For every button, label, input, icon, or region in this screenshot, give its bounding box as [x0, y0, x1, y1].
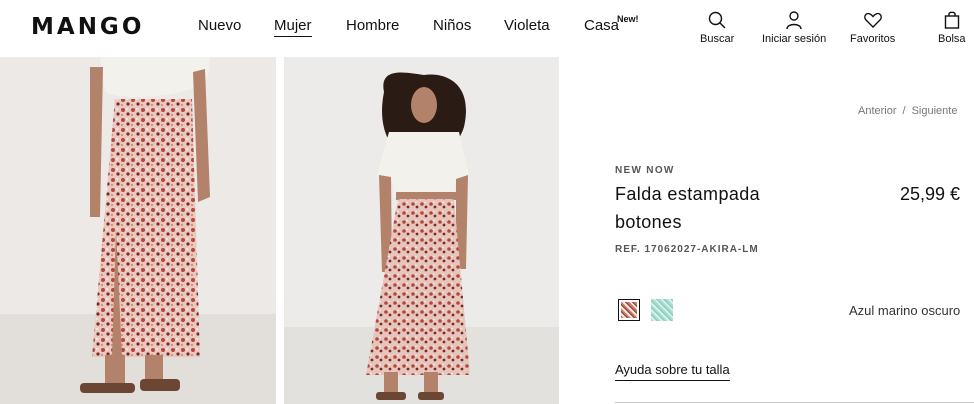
login-button[interactable]: Iniciar sesión — [762, 10, 826, 45]
nav-item-casa-label: Casa — [584, 17, 620, 34]
user-icon — [786, 11, 802, 30]
selected-color-name: Azul marino oscuro — [849, 303, 961, 318]
heart-icon — [863, 12, 882, 28]
nav-item-mujer[interactable]: Mujer — [274, 17, 312, 37]
product-photo-model — [284, 72, 559, 404]
search-label: Buscar — [700, 33, 735, 45]
favorites-label: Favoritos — [850, 33, 896, 45]
product-price: 25,99 € — [900, 184, 961, 204]
brand-logo[interactable]: MANGO — [31, 14, 144, 40]
search-button[interactable]: Buscar — [700, 10, 734, 45]
product-pagination: Anterior / Siguiente — [858, 105, 957, 117]
previous-link[interactable]: Anterior — [858, 105, 897, 117]
product-image-full[interactable] — [284, 57, 559, 404]
bag-label: Bolsa — [938, 33, 966, 45]
product-reference: REF. 17062027-AKIRA-LM — [615, 244, 759, 255]
search-icon — [708, 11, 726, 29]
site-header: MANGO Nuevo Mujer Hombre Niños Violeta C… — [0, 0, 974, 57]
new-badge: New! — [617, 14, 639, 24]
section-divider — [615, 402, 974, 403]
color-swatch-selected[interactable] — [618, 299, 640, 321]
nav-item-ninos[interactable]: Niños — [433, 17, 471, 34]
color-swatch-pattern — [621, 302, 637, 318]
login-label: Iniciar sesión — [762, 33, 827, 45]
size-help-link[interactable]: Ayuda sobre tu talla — [615, 362, 730, 381]
nav-item-nuevo[interactable]: Nuevo — [198, 17, 241, 34]
bag-button[interactable]: Bolsa — [938, 10, 966, 45]
nav-item-violeta[interactable]: Violeta — [504, 17, 550, 34]
product-photo-skirt-closeup — [0, 57, 276, 404]
breadcrumb-separator: / — [902, 105, 906, 117]
nav-item-hombre[interactable]: Hombre — [346, 17, 399, 34]
product-image-detail[interactable] — [0, 57, 276, 404]
favorites-button[interactable]: Favoritos — [850, 10, 895, 45]
product-tag: NEW NOW — [615, 165, 675, 176]
product-title: Falda estampada botones — [615, 184, 761, 232]
nav-item-casa[interactable]: Casa New! — [584, 14, 639, 34]
bag-icon — [944, 11, 959, 29]
color-swatch-alt[interactable] — [651, 299, 673, 321]
next-link[interactable]: Siguiente — [912, 105, 958, 117]
